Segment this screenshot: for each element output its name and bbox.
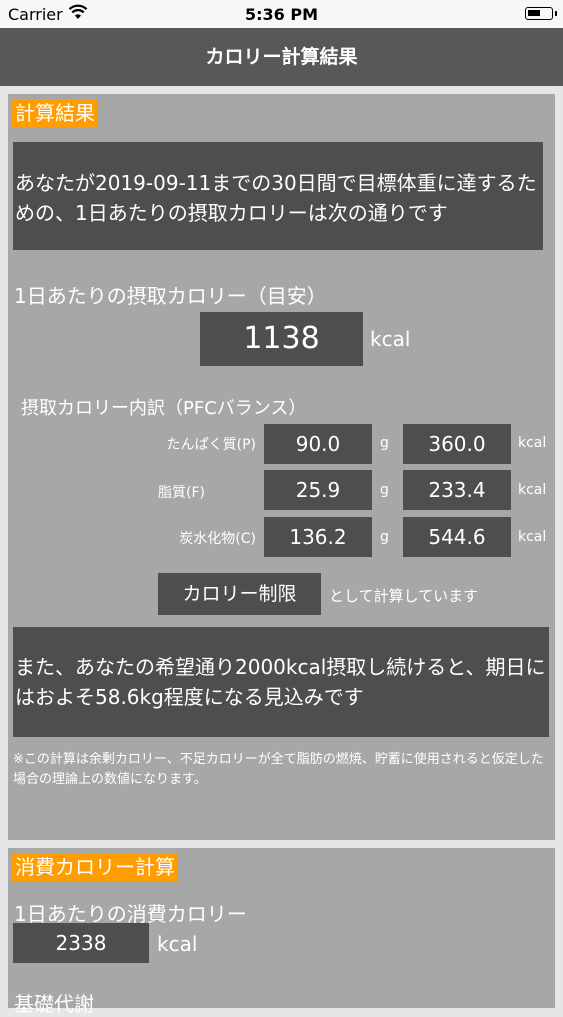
fat-grams-unit: g — [380, 482, 389, 498]
consumption-panel: 消費カロリー計算 1日あたりの消費カロリー 2338 kcal 基礎代謝 — [8, 848, 555, 1016]
daily-intake-unit: kcal — [370, 327, 411, 351]
status-time: 5:36 PM — [244, 5, 318, 24]
carbs-grams-unit: g — [380, 529, 389, 545]
pfc-label-fat: 脂質(F) — [158, 485, 205, 501]
protein-kcal-unit: kcal — [518, 435, 547, 451]
carbs-kcal-unit: kcal — [518, 529, 547, 545]
pfc-title: 摂取カロリー内訳（PFCバランス） — [21, 398, 307, 419]
result-section-title: 計算結果 — [12, 99, 98, 127]
daily-consumption-unit: kcal — [157, 932, 198, 956]
daily-intake-label: 1日あたりの摂取カロリー（目安） — [14, 284, 327, 308]
protein-kcal: 360.0 — [403, 424, 511, 464]
fat-kcal-unit: kcal — [518, 482, 547, 498]
protein-grams-unit: g — [380, 435, 389, 451]
result-panel: 計算結果 あなたが2019-09-11までの30日間で目標体重に達するための、1… — [8, 94, 555, 840]
status-bar: Carrier 5:36 PM — [0, 0, 563, 28]
protein-grams: 90.0 — [264, 424, 372, 464]
fat-kcal: 233.4 — [403, 470, 511, 510]
forecast-message: また、あなたの希望通り2000kcal摂取し続けると、期日にはおよそ58.6kg… — [13, 627, 549, 737]
navigation-bar: カロリー計算結果 — [0, 28, 563, 86]
consumption-section-title: 消費カロリー計算 — [12, 853, 178, 881]
basal-metabolism-label: 基礎代謝 — [14, 992, 94, 1016]
intro-message: あなたが2019-09-11までの30日間で目標体重に達するための、1日あたりの… — [13, 142, 543, 250]
pfc-label-protein: たんぱく質(P) — [166, 437, 256, 453]
fat-grams: 25.9 — [264, 470, 372, 510]
daily-intake-value: 1138 — [200, 312, 363, 366]
page-title: カロリー計算結果 — [205, 46, 358, 68]
calculation-note: ※この計算は余剰カロリー、不足カロリーが全て脂肪の燃焼、貯蓄に使用されると仮定し… — [13, 752, 544, 787]
calorie-limit-button[interactable]: カロリー制限 — [158, 573, 321, 615]
battery-icon — [525, 7, 557, 20]
pfc-label-carbs: 炭水化物(C) — [179, 531, 256, 547]
carbs-kcal: 544.6 — [403, 517, 511, 557]
carbs-grams: 136.2 — [264, 517, 372, 557]
mode-suffix: として計算しています — [329, 587, 479, 605]
daily-consumption-value: 2338 — [13, 923, 149, 963]
